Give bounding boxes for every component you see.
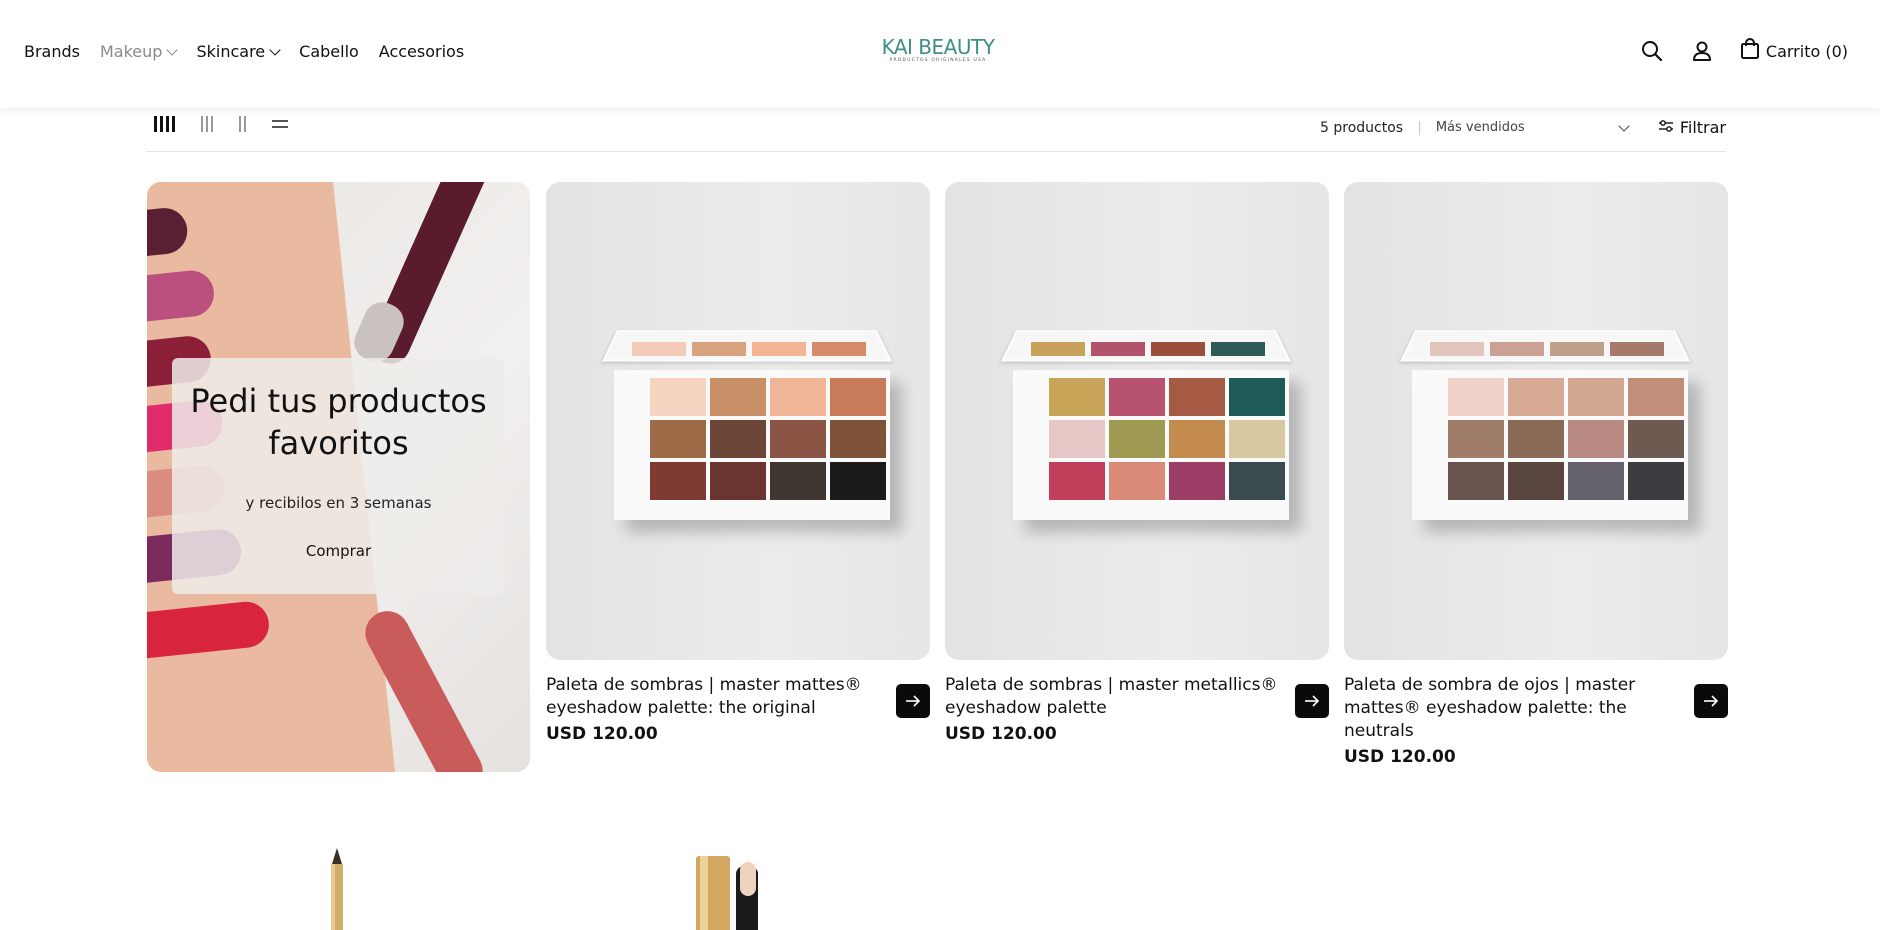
arrow-right-icon [1304,692,1320,711]
view-product-button[interactable] [1694,684,1728,718]
product-info: Paleta de sombras | master metallics® ey… [945,674,1329,744]
promo-shop-link[interactable]: Comprar [306,542,371,560]
arrow-right-icon [905,692,921,711]
product-price: USD 120.00 [945,724,1057,744]
list-view-button[interactable] [270,114,290,134]
nav-item-label: Cabello [299,42,359,61]
brand-logo-text: KAI BEAUTY [881,35,995,59]
main-nav: Brands Makeup Skincare Cabello Accesorios [24,42,464,61]
cart-button[interactable]: Carrito (0) [1740,38,1848,64]
grid-3-view-button[interactable] [199,114,215,134]
account-icon[interactable] [1690,39,1714,63]
product-image[interactable] [546,182,930,660]
view-switcher [152,114,290,134]
product-image[interactable] [945,182,1329,660]
product-name[interactable]: Paleta de sombra de ojos | master mattes… [1344,674,1682,743]
nav-item-skincare[interactable]: Skincare [196,42,281,61]
cart-label: Carrito (0) [1765,41,1848,61]
promo-panel: Pedi tus productos favoritos y recibilos… [172,358,505,594]
shopping-bag-icon [1740,38,1760,64]
nav-item-cabello[interactable]: Cabello [299,42,359,61]
promo-banner: Pedi tus productos favoritos y recibilos… [147,182,530,772]
eyeshadow-palette-image [1392,326,1698,522]
filter-button[interactable]: Filtrar [1658,118,1726,137]
nav-item-accesorios[interactable]: Accesorios [379,42,464,61]
collection-toolbar: 5 productos | Más vendidos Filtrar [146,110,1726,152]
concealer-stick-image[interactable] [696,852,776,930]
product-card[interactable]: Paleta de sombras | master metallics® ey… [945,182,1329,744]
sort-selected-value: Más vendidos [1435,120,1525,135]
site-header: Brands Makeup Skincare Cabello Accesorios KA… [0,0,1880,108]
product-card[interactable]: Paleta de sombra de ojos | master mattes… [1344,182,1728,767]
view-product-button[interactable] [1295,684,1329,718]
product-price: USD 120.00 [546,724,658,744]
chevron-down-icon [1618,119,1630,132]
nav-item-label: Skincare [196,42,266,61]
nav-item-label: Makeup [100,42,163,61]
product-image[interactable] [1344,182,1728,660]
product-name[interactable]: Paleta de sombras | master mattes® eyesh… [546,674,884,720]
chevron-down-icon [269,43,281,56]
brand-tagline: PRODUCTOS ORIGINALES USA [889,58,987,63]
product-name[interactable]: Paleta de sombras | master metallics® ey… [945,674,1283,720]
promo-title: Pedi tus productos favoritos [190,382,487,462]
eye-pencil-image[interactable] [326,848,348,930]
brand-logo[interactable]: KAI BEAUTY PRODUCTOS ORIGINALES USA [876,36,1000,64]
product-card[interactable]: Paleta de sombras | master mattes® eyesh… [546,182,930,744]
nav-item-label: Brands [24,42,80,61]
toolbar-divider: | [1417,119,1422,136]
nav-item-brands[interactable]: Brands [24,42,80,61]
nav-item-makeup[interactable]: Makeup [100,42,179,61]
sort-select[interactable]: Más vendidos [1435,119,1636,135]
sliders-icon [1658,118,1674,137]
product-info: Paleta de sombras | master mattes® eyesh… [546,674,930,744]
search-icon[interactable] [1640,39,1664,63]
grid-4-view-button[interactable] [152,114,177,134]
filter-label: Filtrar [1679,118,1726,137]
product-info: Paleta de sombra de ojos | master mattes… [1344,674,1728,767]
nav-item-label: Accesorios [378,42,465,61]
product-price: USD 120.00 [1344,747,1456,767]
eyeshadow-palette-image [594,326,900,522]
chevron-down-icon [166,43,179,56]
view-product-button[interactable] [896,684,930,718]
arrow-right-icon [1703,692,1719,711]
eyeshadow-palette-image [993,326,1299,522]
header-actions: Carrito (0) [1640,38,1848,64]
promo-subtitle: y recibilos en 3 semanas [245,494,432,512]
grid-2-view-button[interactable] [237,114,248,134]
product-count: 5 productos [1320,119,1404,136]
toolbar-controls: 5 productos | Más vendidos Filtrar [1320,118,1726,137]
